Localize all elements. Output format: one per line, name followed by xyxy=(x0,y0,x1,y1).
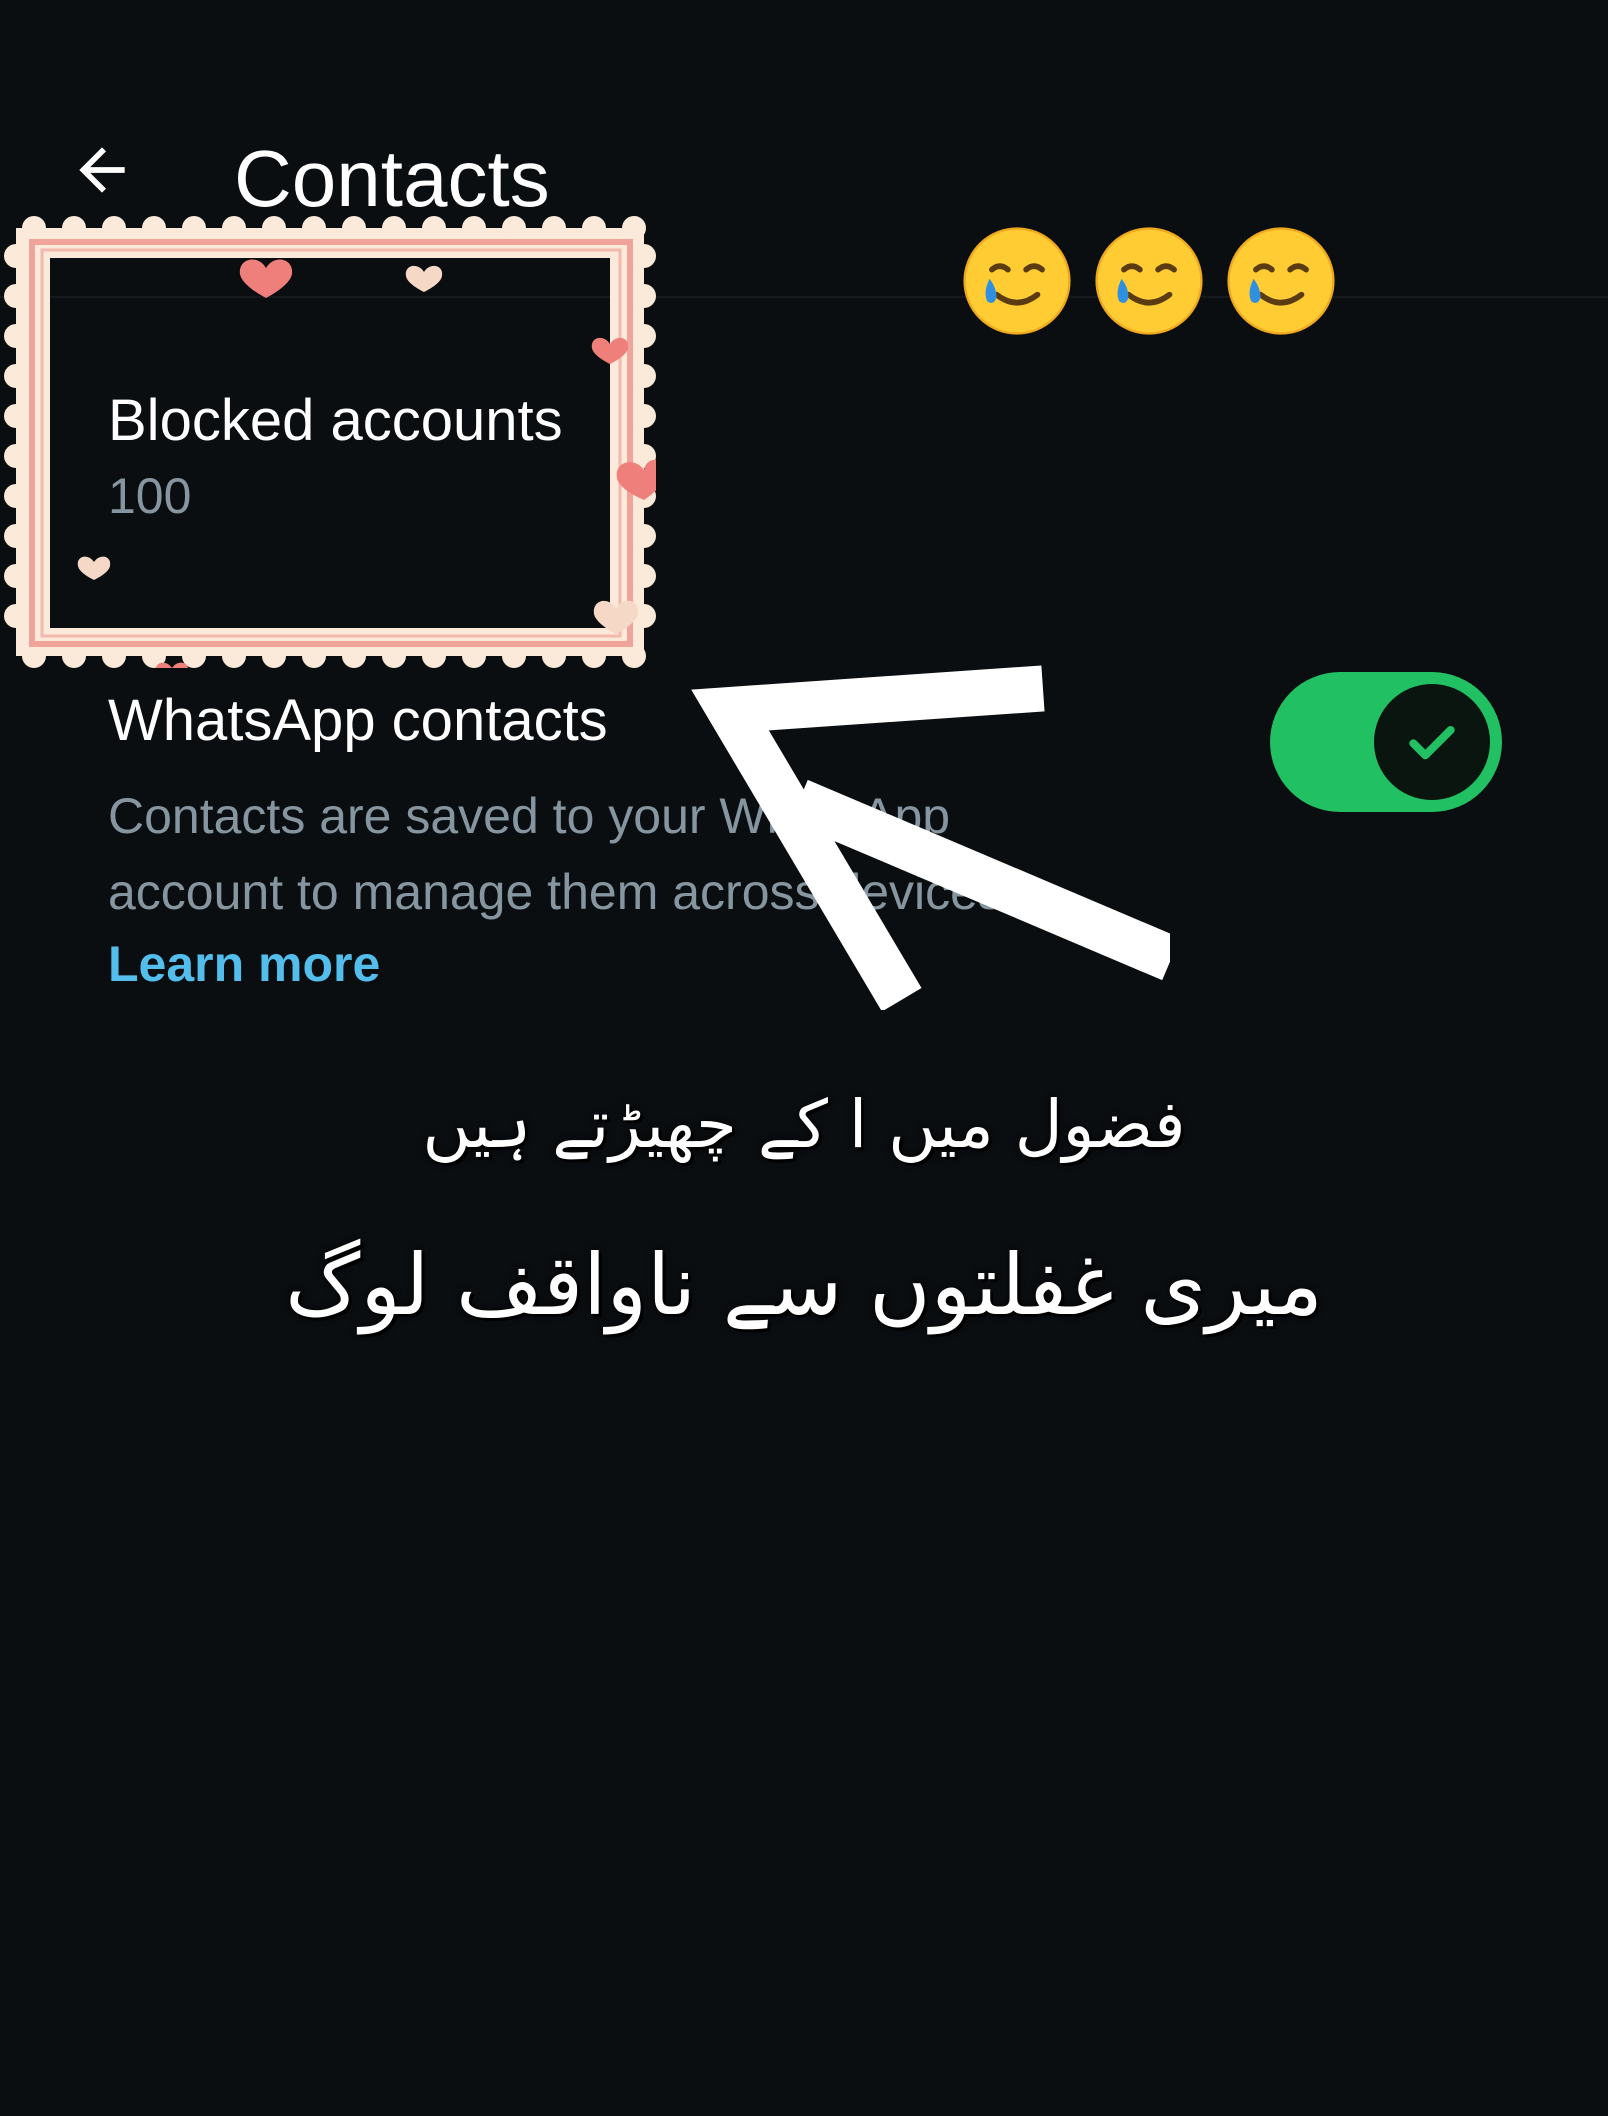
learn-more-link[interactable]: Learn more xyxy=(108,934,380,994)
arrow-left-icon xyxy=(79,147,125,193)
smiling-face-with-tear-icon xyxy=(1227,227,1335,335)
blocked-accounts-count: 100 xyxy=(108,468,192,524)
whatsapp-contacts-title: WhatsApp contacts xyxy=(108,688,608,753)
blocked-accounts-title: Blocked accounts xyxy=(108,388,563,453)
toggle-knob xyxy=(1374,684,1490,800)
page-title: Contacts xyxy=(234,134,550,223)
whatsapp-contacts-toggle[interactable] xyxy=(1270,672,1502,812)
back-button[interactable] xyxy=(62,130,142,210)
emoji-sticker-row xyxy=(960,224,1338,338)
blocked-accounts-row[interactable]: Blocked accounts 100 xyxy=(80,360,640,560)
hand-drawn-arrow-icon xyxy=(691,665,1170,1010)
contacts-settings-screen: Contacts Blocked accounts 100 WhatsApp c… xyxy=(0,0,1608,2116)
smiling-face-with-tear-icon xyxy=(1095,227,1203,335)
urdu-caption-line-2: میری غفلتوں سے ناواقف لوگ xyxy=(285,1236,1323,1334)
smiling-face-with-tear-icon xyxy=(963,227,1071,335)
urdu-caption-line-1: فضول میں ا کے چھیڑتے ہیں xyxy=(422,1086,1186,1163)
check-icon xyxy=(1409,726,1455,760)
